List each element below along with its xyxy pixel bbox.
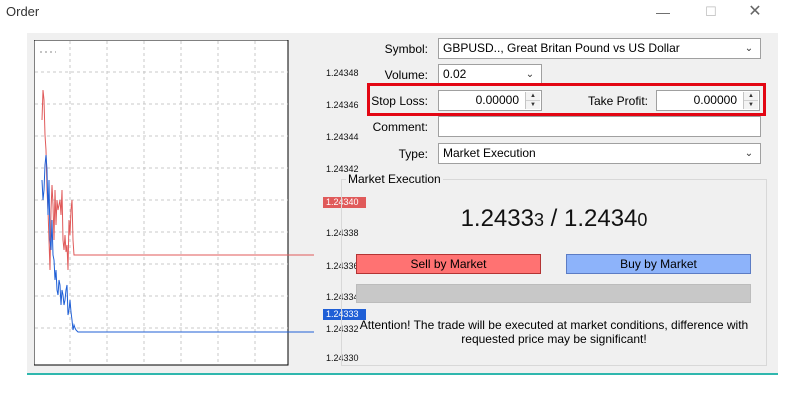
chevron-down-icon[interactable]: ⌄ <box>740 39 758 58</box>
maximize-icon: ☐ <box>705 4 717 19</box>
tick-chart-canvas <box>34 40 314 366</box>
comment-label: Comment: <box>372 120 428 134</box>
close-icon[interactable]: ✕ <box>740 2 770 22</box>
volume-select[interactable]: 0.02 ⌄ <box>438 64 542 85</box>
stop-loss-take-profit-highlight <box>367 83 766 116</box>
attention-message: Attention! The trade will be executed at… <box>359 318 749 346</box>
symbol-select[interactable]: GBPUSD.., Great Britan Pound vs US Dolla… <box>438 38 761 59</box>
volume-value: 0.02 <box>443 67 467 81</box>
bid-price-pip: 3 <box>533 210 544 230</box>
type-select[interactable]: Market Execution ⌄ <box>438 143 761 164</box>
price-separator: / <box>543 205 564 232</box>
bottom-accent-line <box>27 373 778 375</box>
buy-by-market-button[interactable]: Buy by Market <box>566 254 751 274</box>
type-label: Type: <box>398 147 428 161</box>
chevron-down-icon[interactable]: ⌄ <box>740 144 758 163</box>
chevron-down-icon[interactable]: ⌄ <box>521 65 539 84</box>
ask-price-main: 1.2434 <box>564 205 638 232</box>
bid-price-main: 1.2433 <box>460 205 534 232</box>
chart-tick-label: 1.24348 <box>326 68 359 78</box>
minimize-icon[interactable]: — <box>648 2 678 22</box>
chart-tick-label: 1.24344 <box>326 132 359 142</box>
title-bar: Order — ☐ ✕ <box>0 0 800 26</box>
comment-input[interactable] <box>438 116 761 137</box>
symbol-label: Symbol: <box>384 42 428 56</box>
price-display: 1.24333 / 1.24340 <box>341 205 767 233</box>
tick-chart: 1.24348 1.24346 1.24344 1.24342 1.24338 … <box>34 40 366 366</box>
symbol-value: GBPUSD.., Great Britan Pound vs US Dolla… <box>443 41 680 55</box>
chart-tick-label: 1.24346 <box>326 100 359 110</box>
window-title: Order <box>6 4 40 19</box>
type-value: Market Execution <box>443 146 536 160</box>
volume-label: Volume: <box>384 68 428 82</box>
sell-by-market-button[interactable]: Sell by Market <box>356 254 541 274</box>
execution-progress-bar <box>356 284 751 303</box>
market-execution-title: Market Execution <box>346 172 443 186</box>
ask-price-pip: 0 <box>637 210 648 230</box>
